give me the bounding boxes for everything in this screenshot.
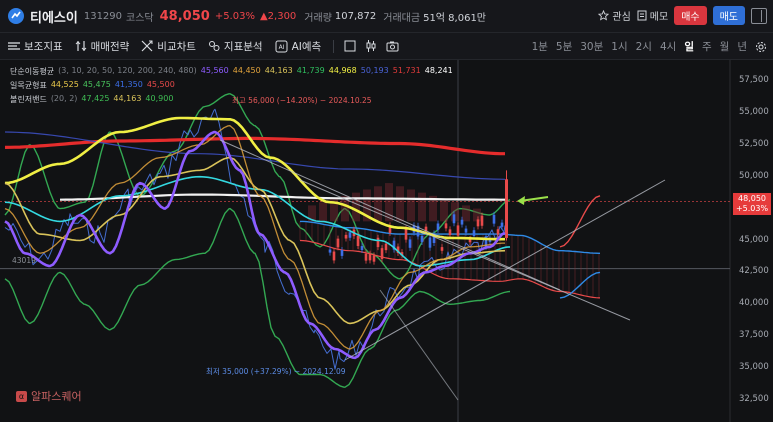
stock-name[interactable]: 티에스이 <box>30 7 78 26</box>
left-level-label: 43019 <box>12 256 36 265</box>
ai-predict-button[interactable]: AI AI예측 <box>275 39 322 54</box>
last-price-tag: 48,050 +5.03% <box>733 193 771 215</box>
period-5[interactable]: 4시 <box>660 39 676 54</box>
sma-value-1: 44,450 <box>232 66 261 75</box>
axis-tick-10: 32,500 <box>739 394 769 404</box>
high-annotation: 최고 56,000 (−14.20%) − 2024.10.25 <box>232 96 372 105</box>
alpha-logo-icon: α <box>16 390 27 402</box>
axis-tick-3: 50,000 <box>739 170 769 181</box>
stock-header: 티에스이 131290 코스닥 48,050 +5.03% ▲2,300 거래량… <box>0 0 773 33</box>
axis-tick-5: 45,000 <box>739 234 769 245</box>
ai-icon: AI <box>275 40 288 52</box>
analysis-button[interactable]: 지표분석 <box>208 39 263 54</box>
last-price-pct: +5.03% <box>735 204 769 213</box>
chart-canvas[interactable] <box>0 60 773 422</box>
market-name: 코스닥 <box>126 12 154 24</box>
ai-label: AI예측 <box>291 40 322 53</box>
ichimoku-value-2: 41,350 <box>114 80 143 89</box>
settings-gear-icon[interactable] <box>755 41 767 53</box>
ichimoku-name: 일목균형표 <box>10 81 47 90</box>
svg-text:AI: AI <box>278 44 284 51</box>
axis-tick-7: 40,000 <box>739 298 769 309</box>
period-6[interactable]: 일 <box>684 39 694 54</box>
indicator-icon <box>8 42 20 50</box>
strategy-button[interactable]: 매매전략 <box>75 39 130 54</box>
period-1[interactable]: 5분 <box>556 39 572 54</box>
sma-value-5: 50,193 <box>360 66 389 75</box>
indicator-button[interactable]: 보조지표 <box>8 39 63 54</box>
analysis-label: 지표분석 <box>223 40 263 53</box>
axis-tick-0: 57,500 <box>739 75 769 85</box>
period-4[interactable]: 2시 <box>636 39 652 54</box>
sell-button[interactable]: 매도 <box>712 6 745 25</box>
period-selector: 1분 5분 30분 1시 2시 4시 일 주 월 년 <box>532 33 767 60</box>
stock-logo-icon <box>8 8 24 24</box>
memo-label: 메모 <box>649 12 669 23</box>
square-tool-icon[interactable] <box>344 40 356 52</box>
volume-value: 107,872 <box>334 10 377 22</box>
ichimoku-value-1: 45,475 <box>82 80 111 89</box>
bollinger-value-2: 40,900 <box>145 94 174 103</box>
period-0[interactable]: 1분 <box>532 39 548 54</box>
watermark: α 알파스퀘어 <box>16 388 82 404</box>
legend-ichimoku[interactable]: 일목균형표 44,525 45,475 41,350 45,500 <box>10 80 175 91</box>
chart-toolbar: 보조지표 매매전략 비교차트 지표분석 AI AI예측 1분 5분 30분 1시 2시 4… <box>0 33 773 60</box>
axis-tick-6: 42,500 <box>739 266 769 277</box>
amount-label: 거래대금 <box>383 12 421 24</box>
sma-value-7: 48,241 <box>424 66 453 75</box>
watermark-text: 알파스퀘어 <box>31 390 82 403</box>
period-2[interactable]: 30분 <box>580 39 603 54</box>
sma-params: (3, 10, 20, 50, 120, 200, 240, 480) <box>58 66 197 75</box>
watch-label: 관심 <box>612 12 631 23</box>
amount-value: 51억 8,061만 <box>423 12 487 24</box>
compare-button[interactable]: 비교차트 <box>141 39 196 54</box>
memo-icon <box>637 10 647 21</box>
period-7[interactable]: 주 <box>702 39 712 54</box>
strategy-label: 매매전략 <box>90 40 130 53</box>
indicator-label: 보조지표 <box>24 40 63 53</box>
star-icon <box>598 10 610 21</box>
axis-tick-9: 35,000 <box>739 362 769 373</box>
sma-value-4: 44,968 <box>328 66 357 75</box>
change-percent: +5.03% <box>214 10 255 22</box>
ichimoku-value-3: 45,500 <box>146 80 175 89</box>
sma-value-6: 51,731 <box>392 66 421 75</box>
last-price-value: 48,050 <box>738 194 766 203</box>
strategy-icon <box>75 41 86 51</box>
current-price: 48,050 <box>159 8 210 24</box>
ichimoku-value-0: 44,525 <box>50 80 79 89</box>
period-3[interactable]: 1시 <box>611 39 627 54</box>
watch-button[interactable]: 관심 <box>598 8 631 23</box>
buy-button[interactable]: 매수 <box>674 6 707 25</box>
legend-bollinger[interactable]: 볼린저밴드 (20, 2) 47,425 44,163 40,900 <box>10 94 173 105</box>
low-annotation: 최저 35,000 (+37.29%) − 2024.12.09 <box>206 367 346 376</box>
axis-tick-8: 37,500 <box>739 330 769 341</box>
stock-code: 131290 <box>83 10 123 22</box>
axis-tick-1: 55,000 <box>739 106 769 117</box>
memo-button[interactable]: 메모 <box>637 8 668 23</box>
axis-tick-2: 52,500 <box>739 138 769 149</box>
period-9[interactable]: 년 <box>737 39 747 54</box>
toolbar-divider <box>333 39 335 53</box>
bollinger-params: (20, 2) <box>50 94 78 103</box>
sma-value-3: 41,739 <box>296 66 325 75</box>
compare-icon <box>141 40 153 52</box>
legend-sma[interactable]: 단순이동평균 (3, 10, 20, 50, 120, 200, 240, 480… <box>10 66 453 77</box>
analysis-icon <box>208 41 220 51</box>
period-8[interactable]: 월 <box>720 39 730 54</box>
compare-label: 비교차트 <box>157 40 196 53</box>
bollinger-value-1: 44,163 <box>113 94 142 103</box>
sma-name: 단순이동평균 <box>10 67 55 76</box>
price-chart[interactable]: 단순이동평균 (3, 10, 20, 50, 120, 200, 240, 480… <box>0 60 773 422</box>
bollinger-value-0: 47,425 <box>81 94 110 103</box>
candle-type-icon[interactable] <box>365 40 377 52</box>
change-amount: ▲2,300 <box>259 10 297 22</box>
volume-label: 거래량 <box>304 12 332 24</box>
camera-icon[interactable] <box>386 41 399 52</box>
bollinger-name: 볼린저밴드 <box>10 95 47 104</box>
sma-value-0: 45,560 <box>200 66 229 75</box>
panel-toggle-icon[interactable] <box>751 7 767 24</box>
sma-value-2: 44,163 <box>264 66 293 75</box>
